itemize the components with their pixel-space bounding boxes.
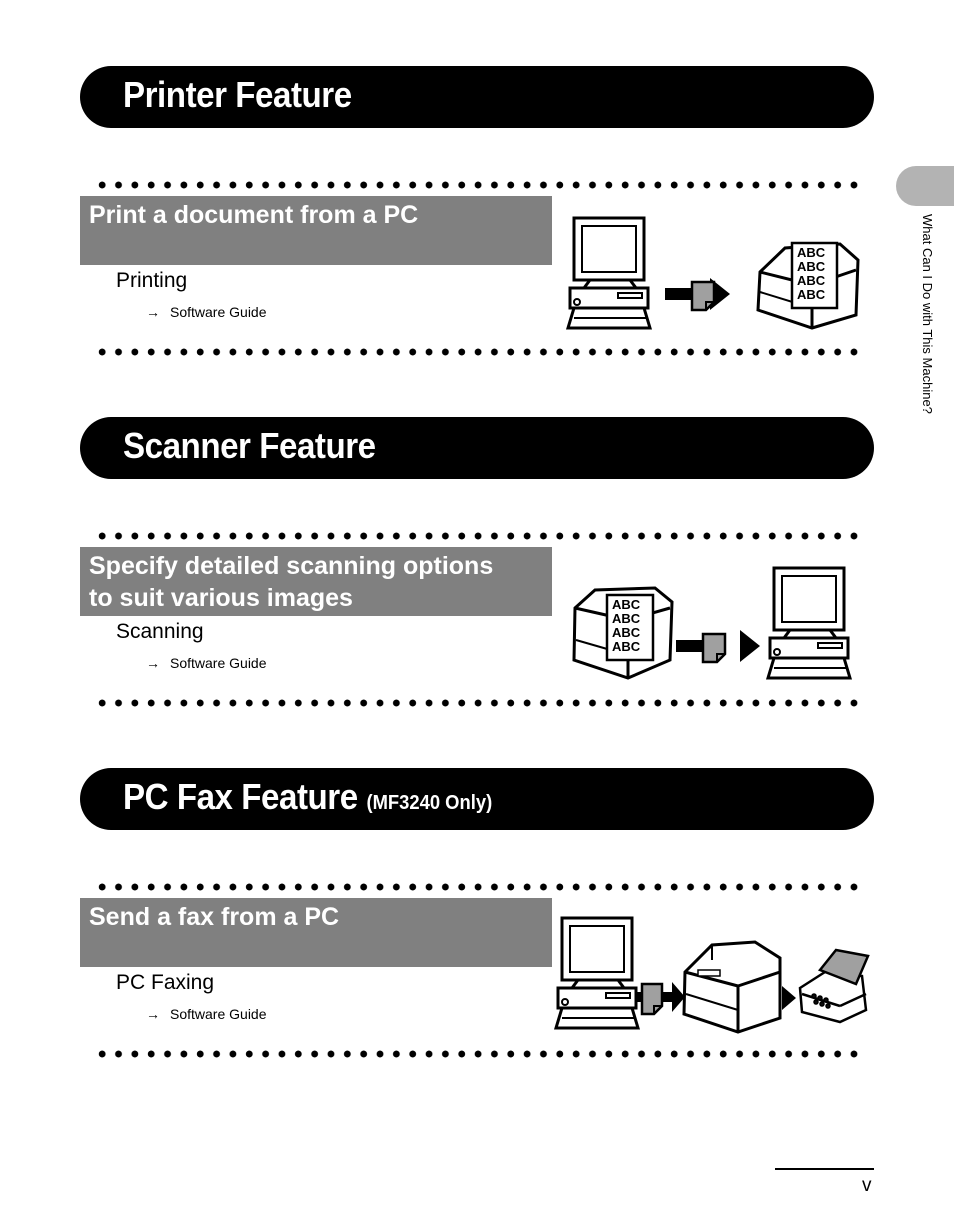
- dotted-divider: [94, 181, 864, 189]
- footer-rule: [775, 1168, 874, 1170]
- arrow-head-icon: [740, 630, 760, 662]
- dotted-divider: [94, 532, 864, 540]
- reference-arrow-icon: →: [146, 655, 160, 671]
- sheet-line: ABC: [612, 625, 641, 640]
- computer-icon: [565, 216, 653, 330]
- page-number: v: [862, 1175, 872, 1196]
- send-fax-heading-box: Send a fax from a PC: [80, 898, 552, 967]
- heading-line: to suit various images: [89, 584, 353, 612]
- pc-fax-feature-banner: PC Fax Feature (MF3240 Only): [80, 768, 874, 830]
- scanning-reference[interactable]: → Software Guide: [146, 655, 267, 671]
- scanner-feature-title: Scanner Feature: [123, 425, 376, 466]
- software-guide-link[interactable]: Software Guide: [170, 655, 267, 671]
- pc-to-printer-illustration: ABC ABC ABC ABC: [565, 216, 860, 330]
- sheet-line: ABC: [797, 259, 826, 274]
- printing-label: Printing: [116, 269, 188, 292]
- computer-icon: [553, 916, 641, 1030]
- sheet-line: ABC: [797, 287, 826, 302]
- dotted-divider: [94, 883, 864, 891]
- pc-faxing-label: PC Faxing: [116, 971, 215, 994]
- scanning-label: Scanning: [116, 620, 204, 643]
- software-guide-link[interactable]: Software Guide: [170, 304, 267, 320]
- computer-icon: [765, 566, 853, 680]
- print-document-heading-box: Print a document from a PC: [80, 196, 552, 265]
- printer-feature-title: Printer Feature: [123, 74, 352, 115]
- scanner-to-pc-illustration: ABC ABC ABC ABC: [572, 566, 853, 680]
- dotted-divider: [94, 699, 864, 707]
- sheet-line: ABC: [797, 245, 826, 260]
- model-note: (MF3240 Only): [366, 792, 493, 814]
- dotted-divider: [94, 348, 864, 356]
- pc-faxing-reference[interactable]: → Software Guide: [146, 1006, 267, 1022]
- sheet-line: ABC: [612, 597, 641, 612]
- chapter-tab: [896, 166, 954, 206]
- reference-arrow-icon: →: [146, 1006, 160, 1022]
- heading-line: Specify detailed scanning options: [89, 552, 494, 580]
- arrow-head-icon: [782, 986, 796, 1010]
- software-guide-link[interactable]: Software Guide: [170, 1006, 267, 1022]
- scanning-options-heading: Specify detailed scanning options to sui…: [80, 547, 552, 614]
- print-document-heading: Print a document from a PC: [89, 201, 419, 229]
- document-icon: [701, 632, 727, 664]
- sheet-line: ABC: [797, 273, 826, 288]
- send-fax-heading: Send a fax from a PC: [89, 903, 340, 931]
- scanned-sheet-text: ABC ABC ABC ABC: [612, 597, 641, 654]
- pc-fax-feature-title: PC Fax Feature: [123, 776, 358, 817]
- printed-sheet-text: ABC ABC ABC ABC: [797, 245, 826, 302]
- printing-reference[interactable]: → Software Guide: [146, 304, 267, 320]
- scanner-feature-banner: Scanner Feature: [80, 417, 874, 479]
- dotted-divider: [94, 1050, 864, 1058]
- sheet-line: ABC: [612, 611, 641, 626]
- document-icon: [690, 280, 716, 312]
- fax-machine-icon: [798, 948, 870, 1024]
- reference-arrow-icon: →: [146, 304, 160, 320]
- pc-to-machine-to-fax-illustration: [553, 916, 870, 1034]
- sheet-line: ABC: [612, 639, 641, 654]
- chapter-tab-label: What Can I Do with This Machine?: [920, 214, 935, 414]
- multifunction-machine-icon: [682, 940, 782, 1034]
- printer-feature-banner: Printer Feature: [80, 66, 874, 128]
- document-icon: [640, 982, 664, 1016]
- scanning-options-heading-box: Specify detailed scanning options to sui…: [80, 547, 552, 616]
